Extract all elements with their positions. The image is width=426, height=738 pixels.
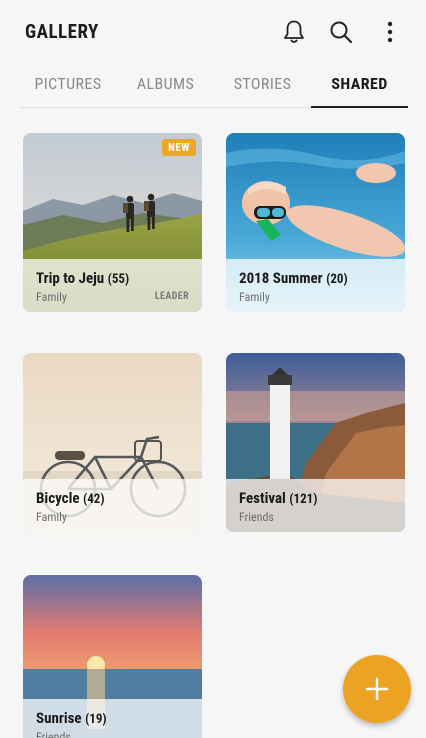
album-title-row: Trip to Jeju (55) (36, 269, 129, 287)
album-group: Friends (239, 510, 274, 524)
leader-label: LEADER (154, 291, 189, 302)
album-title: Sunrise (36, 709, 82, 727)
album-group: Family (36, 510, 67, 524)
album-group: Friends (36, 730, 71, 738)
tab-stories[interactable]: STORIES (214, 74, 311, 93)
more-options-button[interactable] (375, 16, 405, 48)
album-info-panel: Trip to Jeju (55) Family LEADER (23, 259, 202, 312)
plus-icon (365, 677, 389, 701)
album-info-panel: Festival (121) Friends (226, 479, 405, 532)
album-title-row: 2018 Summer (20) (239, 269, 348, 287)
album-count: (20) (326, 272, 348, 287)
search-button[interactable] (326, 16, 356, 48)
tab-pictures[interactable]: PICTURES (20, 74, 116, 93)
tab-albums[interactable]: ALBUMS (117, 74, 214, 93)
bell-icon (284, 20, 304, 43)
tab-bar: PICTURES ALBUMS STORIES SHARED (20, 66, 408, 108)
search-icon (330, 21, 353, 44)
album-title-row: Sunrise (19) (36, 709, 107, 727)
new-badge: NEW (162, 139, 196, 156)
album-card-festival[interactable]: Festival (121) Friends (226, 353, 405, 532)
album-info-panel: 2018 Summer (20) Family (226, 259, 405, 312)
album-card-2018-summer[interactable]: 2018 Summer (20) Family (226, 133, 405, 312)
more-vertical-icon (387, 21, 393, 43)
album-title-row: Bicycle (42) (36, 489, 105, 507)
album-card-trip-to-jeju[interactable]: NEW Trip to Jeju (55) Family LEADER (23, 133, 202, 312)
album-card-sunrise[interactable]: Sunrise (19) Friends (23, 575, 202, 738)
tab-shared[interactable]: SHARED (311, 74, 408, 93)
album-count: (42) (83, 492, 105, 507)
album-count: (55) (107, 272, 130, 287)
album-info-panel: Sunrise (19) Friends (23, 699, 202, 738)
app-title: GALLERY (25, 20, 99, 43)
album-count: (19) (85, 712, 107, 727)
album-count: (121) (289, 492, 318, 507)
album-title: Trip to Jeju (36, 269, 105, 287)
album-title: 2018 Summer (239, 269, 323, 287)
album-card-bicycle[interactable]: Bicycle (42) Family (23, 353, 202, 532)
active-tab-indicator (311, 106, 408, 108)
app-bar: GALLERY (0, 0, 426, 66)
album-group: Family (36, 290, 67, 304)
add-shared-album-button[interactable] (343, 655, 411, 723)
notifications-button[interactable] (279, 16, 309, 48)
album-info-panel: Bicycle (42) Family (23, 479, 202, 532)
album-group: Family (239, 290, 270, 304)
album-title: Bicycle (36, 489, 80, 507)
album-title-row: Festival (121) (239, 489, 317, 507)
album-title: Festival (239, 489, 286, 507)
